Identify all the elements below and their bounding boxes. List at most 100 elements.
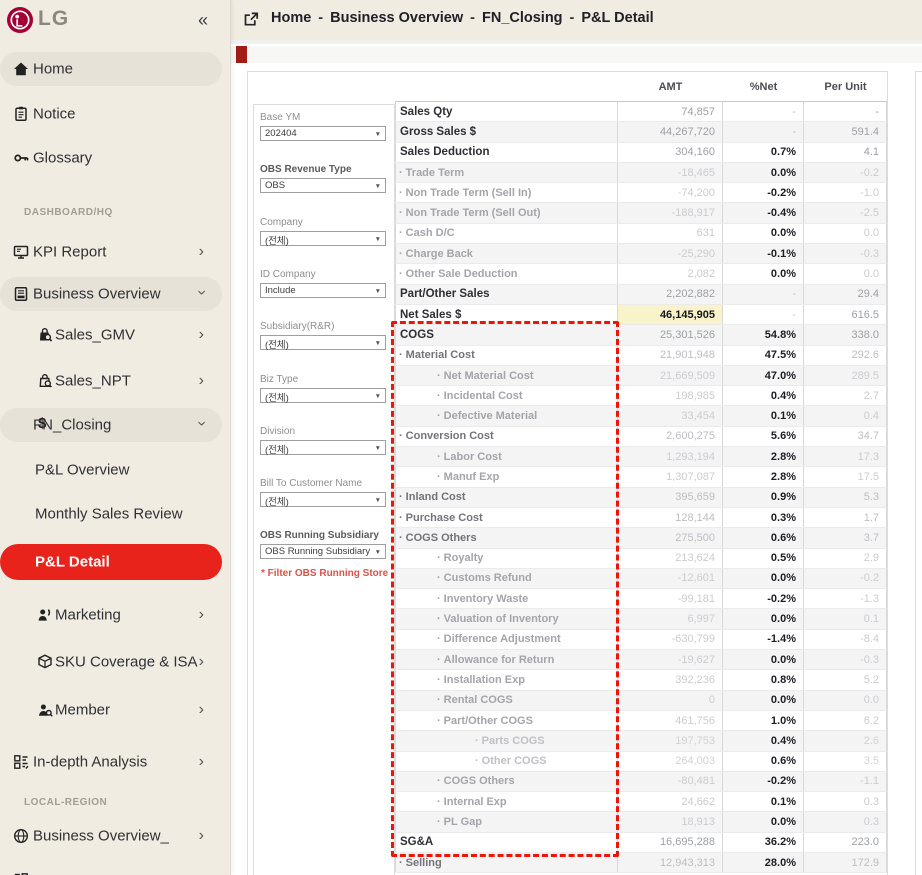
amt-cell: 631 xyxy=(618,224,723,243)
pct-cell: 28.0% xyxy=(723,853,804,872)
topbar: Home-Business Overview-FN_Closing-P&L De… xyxy=(230,0,922,41)
globe-icon xyxy=(12,827,30,845)
per-unit-cell: 338.0 xyxy=(804,325,887,344)
per-unit-cell: 5.3 xyxy=(804,488,887,507)
table-row: · Non Trade Term (Sell In) -74,200 -0.2%… xyxy=(395,183,887,203)
pct-cell: 0.0% xyxy=(723,609,804,628)
per-unit-cell: 289.5 xyxy=(804,366,887,385)
chevron-right-icon: › xyxy=(199,606,204,624)
qr-grid-icon xyxy=(12,871,30,875)
open-in-new-icon[interactable] xyxy=(242,10,261,29)
app-root: LG « Home Notice Glossary DASHBOARD/HQ K… xyxy=(0,0,922,875)
row-label: Selling xyxy=(406,857,442,869)
filter-select[interactable]: OBS Running Subsidiary ▼ xyxy=(260,544,386,559)
amt-cell: -188,917 xyxy=(618,203,723,222)
filter-select[interactable]: Include ▼ xyxy=(260,283,386,298)
per-unit-cell: -1.1 xyxy=(804,772,887,791)
per-unit-cell: 29.4 xyxy=(804,285,887,304)
bullet: · xyxy=(437,451,441,463)
filter-label: OBS Revenue Type xyxy=(260,164,386,177)
dropdown-caret-icon: ▼ xyxy=(375,183,381,190)
amt-cell: 2,202,882 xyxy=(618,285,723,304)
amt-cell: 395,659 xyxy=(618,488,723,507)
row-label: Customs Refund xyxy=(444,572,532,584)
sidebar-item-member[interactable]: Member › xyxy=(0,696,222,724)
breadcrumb-item[interactable]: P&L Detail xyxy=(581,10,653,26)
breadcrumb-item[interactable]: Business Overview xyxy=(330,10,463,26)
sidebar-item-marketing[interactable]: Marketing › xyxy=(0,601,222,629)
row-label: Part/Other COGS xyxy=(444,715,533,727)
dropdown-caret-icon: ▼ xyxy=(375,445,381,452)
filter-select[interactable]: 202404 ▼ xyxy=(260,126,386,141)
filter-group: OBS Running Subsidiary OBS Running Subsi… xyxy=(260,530,386,559)
sidebar-item-fn-closing[interactable]: $ FN_Closing › xyxy=(0,408,222,442)
dropdown-caret-icon: ▼ xyxy=(375,131,381,138)
bullet: · xyxy=(437,593,441,605)
bullet: · xyxy=(399,857,403,869)
sidebar-item-pl-detail-active[interactable]: P&L Detail xyxy=(0,544,222,580)
collapse-sidebar-button[interactable]: « xyxy=(198,10,208,31)
sidebar-item-monthly-sales-review[interactable]: Monthly Sales Review xyxy=(0,500,222,528)
filter-select[interactable]: (전체) ▼ xyxy=(260,388,386,403)
bullet: · xyxy=(437,410,441,422)
breadcrumb-item[interactable]: Home xyxy=(271,10,311,26)
row-label-cell: · Allowance for Return xyxy=(395,650,618,669)
row-label: COGS xyxy=(400,329,434,341)
filter-select[interactable]: OBS ▼ xyxy=(260,178,386,193)
lg-logo-text: LG xyxy=(38,7,69,31)
table-row: · Purchase Cost 128,144 0.3% 1.7 xyxy=(395,508,887,528)
filter-select[interactable]: (전체) ▼ xyxy=(260,335,386,350)
pct-cell: 0.0% xyxy=(723,569,804,588)
sidebar-item-pl-overview[interactable]: P&L Overview xyxy=(0,456,222,484)
bullet: · xyxy=(437,572,441,584)
row-label: Incidental Cost xyxy=(444,390,523,402)
amt-cell: 1,293,194 xyxy=(618,447,723,466)
journal-icon xyxy=(12,285,30,303)
table-row: · Labor Cost 1,293,194 2.8% 17.3 xyxy=(395,447,887,467)
sidebar-item-kpi-report[interactable]: KPI Report › xyxy=(0,238,222,266)
amt-cell: 0 xyxy=(618,691,723,710)
row-label-cell: · Rental COGS xyxy=(395,691,618,710)
breadcrumb: Home-Business Overview-FN_Closing-P&L De… xyxy=(271,10,654,26)
pct-cell: 0.4% xyxy=(723,731,804,750)
breadcrumb-item[interactable]: FN_Closing xyxy=(482,10,563,26)
bullet: · xyxy=(437,471,441,483)
row-label-cell: · Purchase Cost xyxy=(395,508,618,527)
filter-select[interactable]: (전체) ▼ xyxy=(260,231,386,246)
per-unit-cell: 0.0 xyxy=(804,691,887,710)
sidebar-item-sku-coverage-isa[interactable]: SKU Coverage & ISA › xyxy=(0,648,222,676)
per-unit-cell: - xyxy=(804,102,887,121)
sidebar-item-home[interactable]: Home xyxy=(0,52,222,86)
filter-select[interactable]: (전체) ▼ xyxy=(260,492,386,507)
sidebar-item-sales-npt[interactable]: Sales_NPT › xyxy=(0,367,222,395)
row-label-cell: · Parts COGS xyxy=(395,731,618,750)
table-row: · Cash D/C 631 0.0% 0.0 xyxy=(395,224,887,244)
row-label: Sales Qty xyxy=(400,106,452,118)
amt-cell: 6,997 xyxy=(618,609,723,628)
row-label: Internal Exp xyxy=(444,796,507,808)
person-speaking-icon xyxy=(36,606,54,624)
filter-select-value: 202404 xyxy=(265,128,297,139)
sidebar-item-business-overview-local[interactable]: Business Overview_ › xyxy=(0,822,222,850)
bullet: · xyxy=(399,187,403,199)
sidebar-item-notice[interactable]: Notice xyxy=(0,100,222,128)
row-label-cell: COGS xyxy=(395,325,618,344)
sidebar-item-partial[interactable] xyxy=(0,866,222,875)
table-row: · Material Cost 21,901,948 47.5% 292.6 xyxy=(395,346,887,366)
row-label-cell: Net Sales $ xyxy=(395,305,618,324)
sidebar-item-sales-gmv[interactable]: Sales_GMV › xyxy=(0,321,222,349)
filter-select[interactable]: (전체) ▼ xyxy=(260,440,386,455)
per-unit-cell: -0.3 xyxy=(804,244,887,263)
per-unit-cell: -0.2 xyxy=(804,163,887,182)
filter-group: Subsidiary(R&R) (전체) ▼ xyxy=(260,321,386,350)
row-label: Installation Exp xyxy=(444,674,525,686)
bullet: · xyxy=(437,715,441,727)
row-label-cell: · Manuf Exp xyxy=(395,467,618,486)
dropdown-caret-icon: ▼ xyxy=(375,497,381,504)
sidebar-item-in-depth-analysis[interactable]: In-depth Analysis › xyxy=(0,748,222,776)
sidebar-item-glossary[interactable]: Glossary xyxy=(0,144,222,172)
table-row: · Defective Material 33,454 0.1% 0.4 xyxy=(395,406,887,426)
cube-icon xyxy=(36,653,54,671)
divider-strip xyxy=(230,40,922,44)
sidebar-item-business-overview[interactable]: Business Overview › xyxy=(0,277,222,311)
